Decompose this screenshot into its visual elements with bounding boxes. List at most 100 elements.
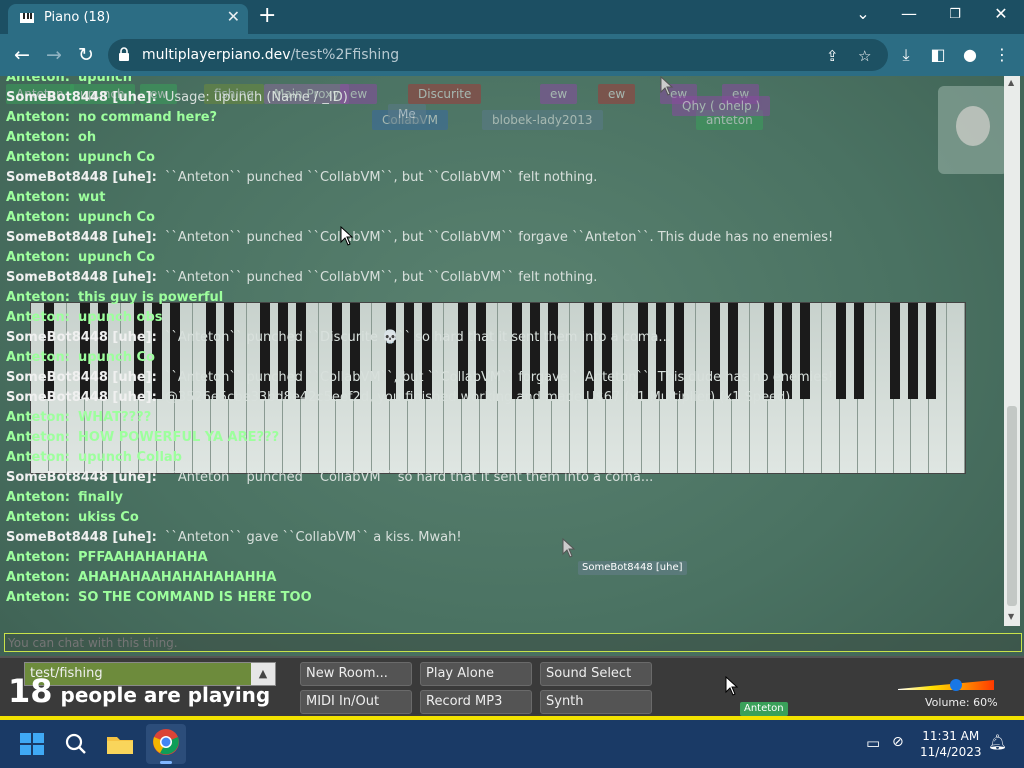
controls-bar: test/fishing ▲ 18 people are playing New … [0,656,1024,720]
windows-start-icon[interactable] [16,728,48,760]
chat-author: Anteton: [6,550,70,565]
chat-author: Anteton: [6,250,70,265]
scroll-down-icon[interactable]: ▼ [1008,612,1014,621]
chat-author: Anteton: [6,76,70,85]
record-mp3-button[interactable]: Record MP3 [420,690,532,714]
tab-search-icon[interactable]: ⌄ [848,4,878,23]
chat-author: Anteton: [6,510,70,525]
synth-button[interactable]: Synth [540,690,652,714]
chat-message: Anteton: this guy is powerful [6,288,996,308]
chat-message: SomeBot8448 [uhe]: ``Anteton`` punched ``… [6,368,996,388]
url-path: /test%2Ffishing [290,47,400,63]
chat-text: AHAHAHAAHAHAHAHAHHA [77,570,277,585]
notification-bell-icon[interactable]: 🔔︎ [988,733,1007,751]
chat-text: PFFAAHAHAHAHA [77,550,208,565]
other-cursor-icon [660,76,674,96]
chat-message: SomeBot8448 [uhe]: ``Anteton`` punched ``… [6,168,996,188]
close-tab-icon[interactable]: ✕ [227,7,240,26]
chat-text: oh [77,130,97,145]
player-count-text: people are playing [60,683,271,707]
chat-message: Anteton: SO THE COMMAND IS HERE TOO [6,588,996,608]
chat-message: Anteton: ukiss Co [6,508,996,528]
display-icon[interactable]: ▭ [866,734,880,752]
chat-author: Anteton: [6,430,70,445]
file-explorer-icon[interactable] [104,728,136,760]
piano-favicon-icon [20,13,34,23]
side-panel-icon[interactable]: ◧ [927,45,949,64]
midi-button[interactable]: MIDI In/Out [300,690,412,714]
share-icon[interactable]: ⇪ [826,47,839,65]
volume-track [898,680,994,690]
play-alone-button[interactable]: Play Alone [420,662,532,686]
chat-message: Anteton: HOW POWERFUL YA ARE??? [6,428,996,448]
back-icon[interactable]: ← [10,43,34,67]
chat-text: ukiss Co [77,510,139,525]
lock-icon [119,47,129,61]
chat-message: Anteton: AHAHAHAAHAHAHAHAHHA [6,568,996,588]
clock-date: 11/4/2023 [920,745,982,759]
browser-titlebar: Piano (18) ✕ + ⌄ — ❐ ✕ [0,0,1024,34]
chat-scrollbar[interactable]: ▲ ▼ [1004,76,1020,626]
chat-author: Anteton: [6,110,70,125]
chat-author: SomeBot8448 [uhe]: [6,530,157,545]
chat-text: upunch obs [77,310,163,325]
chat-message: Anteton: upunch Co [6,148,996,168]
browser-toolbar: ← → ↻ multiplayerpiano.dev/test%2Ffishin… [0,34,1024,76]
scroll-up-icon[interactable]: ▲ [1008,78,1014,87]
chat-message: SomeBot8448 [uhe]: ``Anteton`` punched ``… [6,268,996,288]
chat-text: upunch [77,76,132,85]
chat-author: Anteton: [6,210,70,225]
mouse-cursor-icon [340,226,354,246]
chat-author: SomeBot8448 [uhe]: [6,230,157,245]
download-icon[interactable]: ⤓ [895,45,917,65]
chrome-taskbar-slot[interactable] [146,724,186,764]
chat-message: Anteton: upunch Co [6,348,996,368]
url-text: multiplayerpiano.dev/test%2Ffishing [142,47,399,63]
chat-author: SomeBot8448 [uhe]: [6,390,157,405]
reload-icon[interactable]: ↻ [74,43,98,67]
forward-icon[interactable]: → [42,43,66,67]
chat-message: Anteton: no command here? [6,108,996,128]
menu-icon[interactable]: ⋮ [991,45,1013,64]
search-icon[interactable] [60,728,92,760]
chat-text: WHAT???? [77,410,152,425]
chat-author: Anteton: [6,150,70,165]
chat-text: upunch Co [77,350,155,365]
chat-input[interactable] [4,633,1022,652]
chat-text: ``Anteton`` gave ``CollabVM`` a kiss. Mw… [164,530,462,545]
scroll-thumb[interactable] [1007,406,1017,606]
chat-message: SomeBot8448 [uhe]: ``Anteton`` gave ``Col… [6,528,996,548]
chat-text: ``Anteton`` punched ``CollabVM``, but ``… [164,230,834,245]
chat-text: Usage: upunch (Name / _ID) [164,90,348,105]
address-bar[interactable]: multiplayerpiano.dev/test%2Ffishing ⇪ ☆ [108,39,888,71]
chat-message: Anteton: upunch Co [6,208,996,228]
volume-knob[interactable] [949,679,962,691]
sound-select-button[interactable]: Sound Select [540,662,652,686]
url-host: multiplayerpiano.dev [142,47,291,63]
volume-slider[interactable] [898,679,994,691]
chat-message: Anteton: wut [6,188,996,208]
profile-icon[interactable]: ● [959,45,981,64]
chat-text: SO THE COMMAND IS HERE TOO [77,590,312,605]
system-clock[interactable]: 11:31 AM 11/4/2023 [920,728,982,760]
restore-icon[interactable]: ❐ [940,7,970,22]
chat-author: Anteton: [6,130,70,145]
chat-message: SomeBot8448 [uhe]: ``Anteton`` punched ``… [6,228,996,248]
new-tab-icon[interactable]: + [258,3,276,28]
chat-message: Anteton: PFFAAHAHAHAHA [6,548,996,568]
chat-text: ``Anteton`` punched ``Discurite 💀`` so h… [164,330,671,345]
new-room-button[interactable]: New Room... [300,662,412,686]
chat-author: Anteton: [6,590,70,605]
chat-message: SomeBot8448 [uhe]: Usage: upunch (Name / … [6,88,996,108]
network-icon[interactable]: ⊘ [892,734,904,750]
pointer-cursor-icon [725,676,739,696]
chat-text: wut [77,190,106,205]
chat-author: Anteton: [6,190,70,205]
chat-author: Anteton: [6,570,70,585]
piano-page: Anteton upunch ew fishing Main Proxy ew Discur… [0,76,1024,720]
chat-text: HOW POWERFUL YA ARE??? [77,430,280,445]
close-window-icon[interactable]: ✕ [986,4,1016,23]
bookmark-star-icon[interactable]: ☆ [858,47,871,65]
minimize-icon[interactable]: — [894,4,924,23]
browser-tab[interactable]: Piano (18) ✕ [8,4,248,34]
